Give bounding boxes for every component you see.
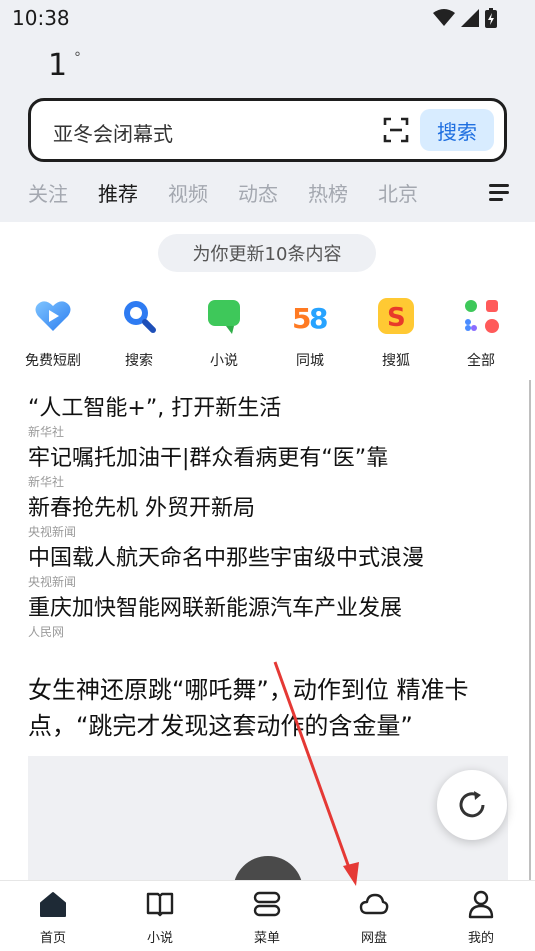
app-sohu[interactable]: S 搜狐 bbox=[356, 296, 436, 370]
search-button[interactable]: 搜索 bbox=[420, 109, 494, 151]
svg-text:S: S bbox=[387, 303, 406, 333]
tab-hot-list[interactable]: 热榜 bbox=[308, 178, 348, 208]
bottom-nav: 首页 小说 菜单 网盘 我的 bbox=[0, 880, 535, 951]
status-time: 10:38 bbox=[12, 6, 70, 30]
news-list: “人工智能+”, 打开新生活 新华社 牢记嘱托加油干|群众看病更有“医”靠 新华… bbox=[28, 394, 508, 644]
tabs-menu-icon[interactable] bbox=[489, 184, 509, 202]
heart-play-icon bbox=[35, 301, 71, 331]
app-novel[interactable]: 小说 bbox=[184, 296, 264, 370]
tab-video[interactable]: 视频 bbox=[168, 178, 208, 208]
weather-temperature[interactable]: 1 bbox=[48, 48, 67, 83]
tab-beijing[interactable]: 北京 bbox=[378, 178, 418, 208]
wifi-icon bbox=[433, 9, 455, 26]
nav-menu[interactable]: 菜单 bbox=[227, 889, 307, 946]
profile-icon bbox=[468, 890, 494, 919]
cloud-icon bbox=[359, 893, 389, 915]
list-item[interactable]: 重庆加快智能网联新能源汽车产业发展 人民网 bbox=[28, 594, 508, 644]
scrollbar[interactable] bbox=[529, 380, 531, 880]
refresh-button[interactable] bbox=[437, 770, 507, 840]
list-item[interactable]: 中国载人航天命名中那些宇宙级中式浪漫 央视新闻 bbox=[28, 544, 508, 594]
nav-profile[interactable]: 我的 bbox=[441, 889, 521, 946]
app-search[interactable]: 搜索 bbox=[99, 296, 179, 370]
tab-follow[interactable]: 关注 bbox=[28, 178, 68, 208]
refresh-icon bbox=[459, 791, 485, 818]
battery-charging-icon bbox=[485, 8, 497, 28]
list-item[interactable]: “人工智能+”, 打开新生活 新华社 bbox=[28, 394, 508, 444]
app-local[interactable]: 5 8 同城 bbox=[270, 296, 350, 370]
weather-degree-unit: ° bbox=[74, 50, 81, 66]
chat-bubble-icon bbox=[208, 300, 240, 334]
book-icon bbox=[146, 892, 174, 917]
search-input[interactable]: 亚冬会闭幕式 bbox=[53, 118, 173, 147]
svg-text:8: 8 bbox=[309, 302, 328, 335]
search-bar[interactable]: 亚冬会闭幕式 搜索 bbox=[28, 98, 507, 162]
tab-dynamic[interactable]: 动态 bbox=[238, 178, 278, 208]
scan-icon[interactable] bbox=[383, 117, 409, 143]
grid-icon bbox=[465, 300, 499, 333]
search-icon bbox=[124, 301, 156, 333]
58-icon: 5 8 bbox=[292, 302, 328, 335]
featured-article-title[interactable]: 女生神还原跳“哪吒舞”，动作到位 精准卡 点，“跳完才发现这套动作的含金量” bbox=[28, 672, 508, 744]
status-bar: 10:38 bbox=[0, 0, 535, 36]
list-item[interactable]: 牢记嘱托加油干|群众看病更有“医”靠 新华社 bbox=[28, 444, 508, 494]
nav-home[interactable]: 首页 bbox=[13, 889, 93, 946]
list-item[interactable]: 新春抢先机 外贸开新局 央视新闻 bbox=[28, 494, 508, 544]
app-free-drama[interactable]: 免费短剧 bbox=[13, 296, 93, 370]
tab-recommend[interactable]: 推荐 bbox=[98, 178, 138, 208]
signal-icon bbox=[461, 9, 479, 27]
app-all[interactable]: 全部 bbox=[441, 296, 521, 370]
app-shortcuts: 免费短剧 搜索 小说 5 8 同城 S 搜狐 全部 bbox=[0, 296, 535, 376]
update-notice: 为你更新10条内容 bbox=[158, 234, 376, 272]
nav-cloud-drive[interactable]: 网盘 bbox=[334, 889, 414, 946]
menu-icon bbox=[253, 891, 281, 917]
sohu-icon: S bbox=[378, 298, 414, 334]
nav-novel[interactable]: 小说 bbox=[120, 889, 200, 946]
channel-tabs: 关注 推荐 视频 动态 热榜 北京 bbox=[28, 178, 418, 208]
home-icon bbox=[40, 892, 66, 917]
